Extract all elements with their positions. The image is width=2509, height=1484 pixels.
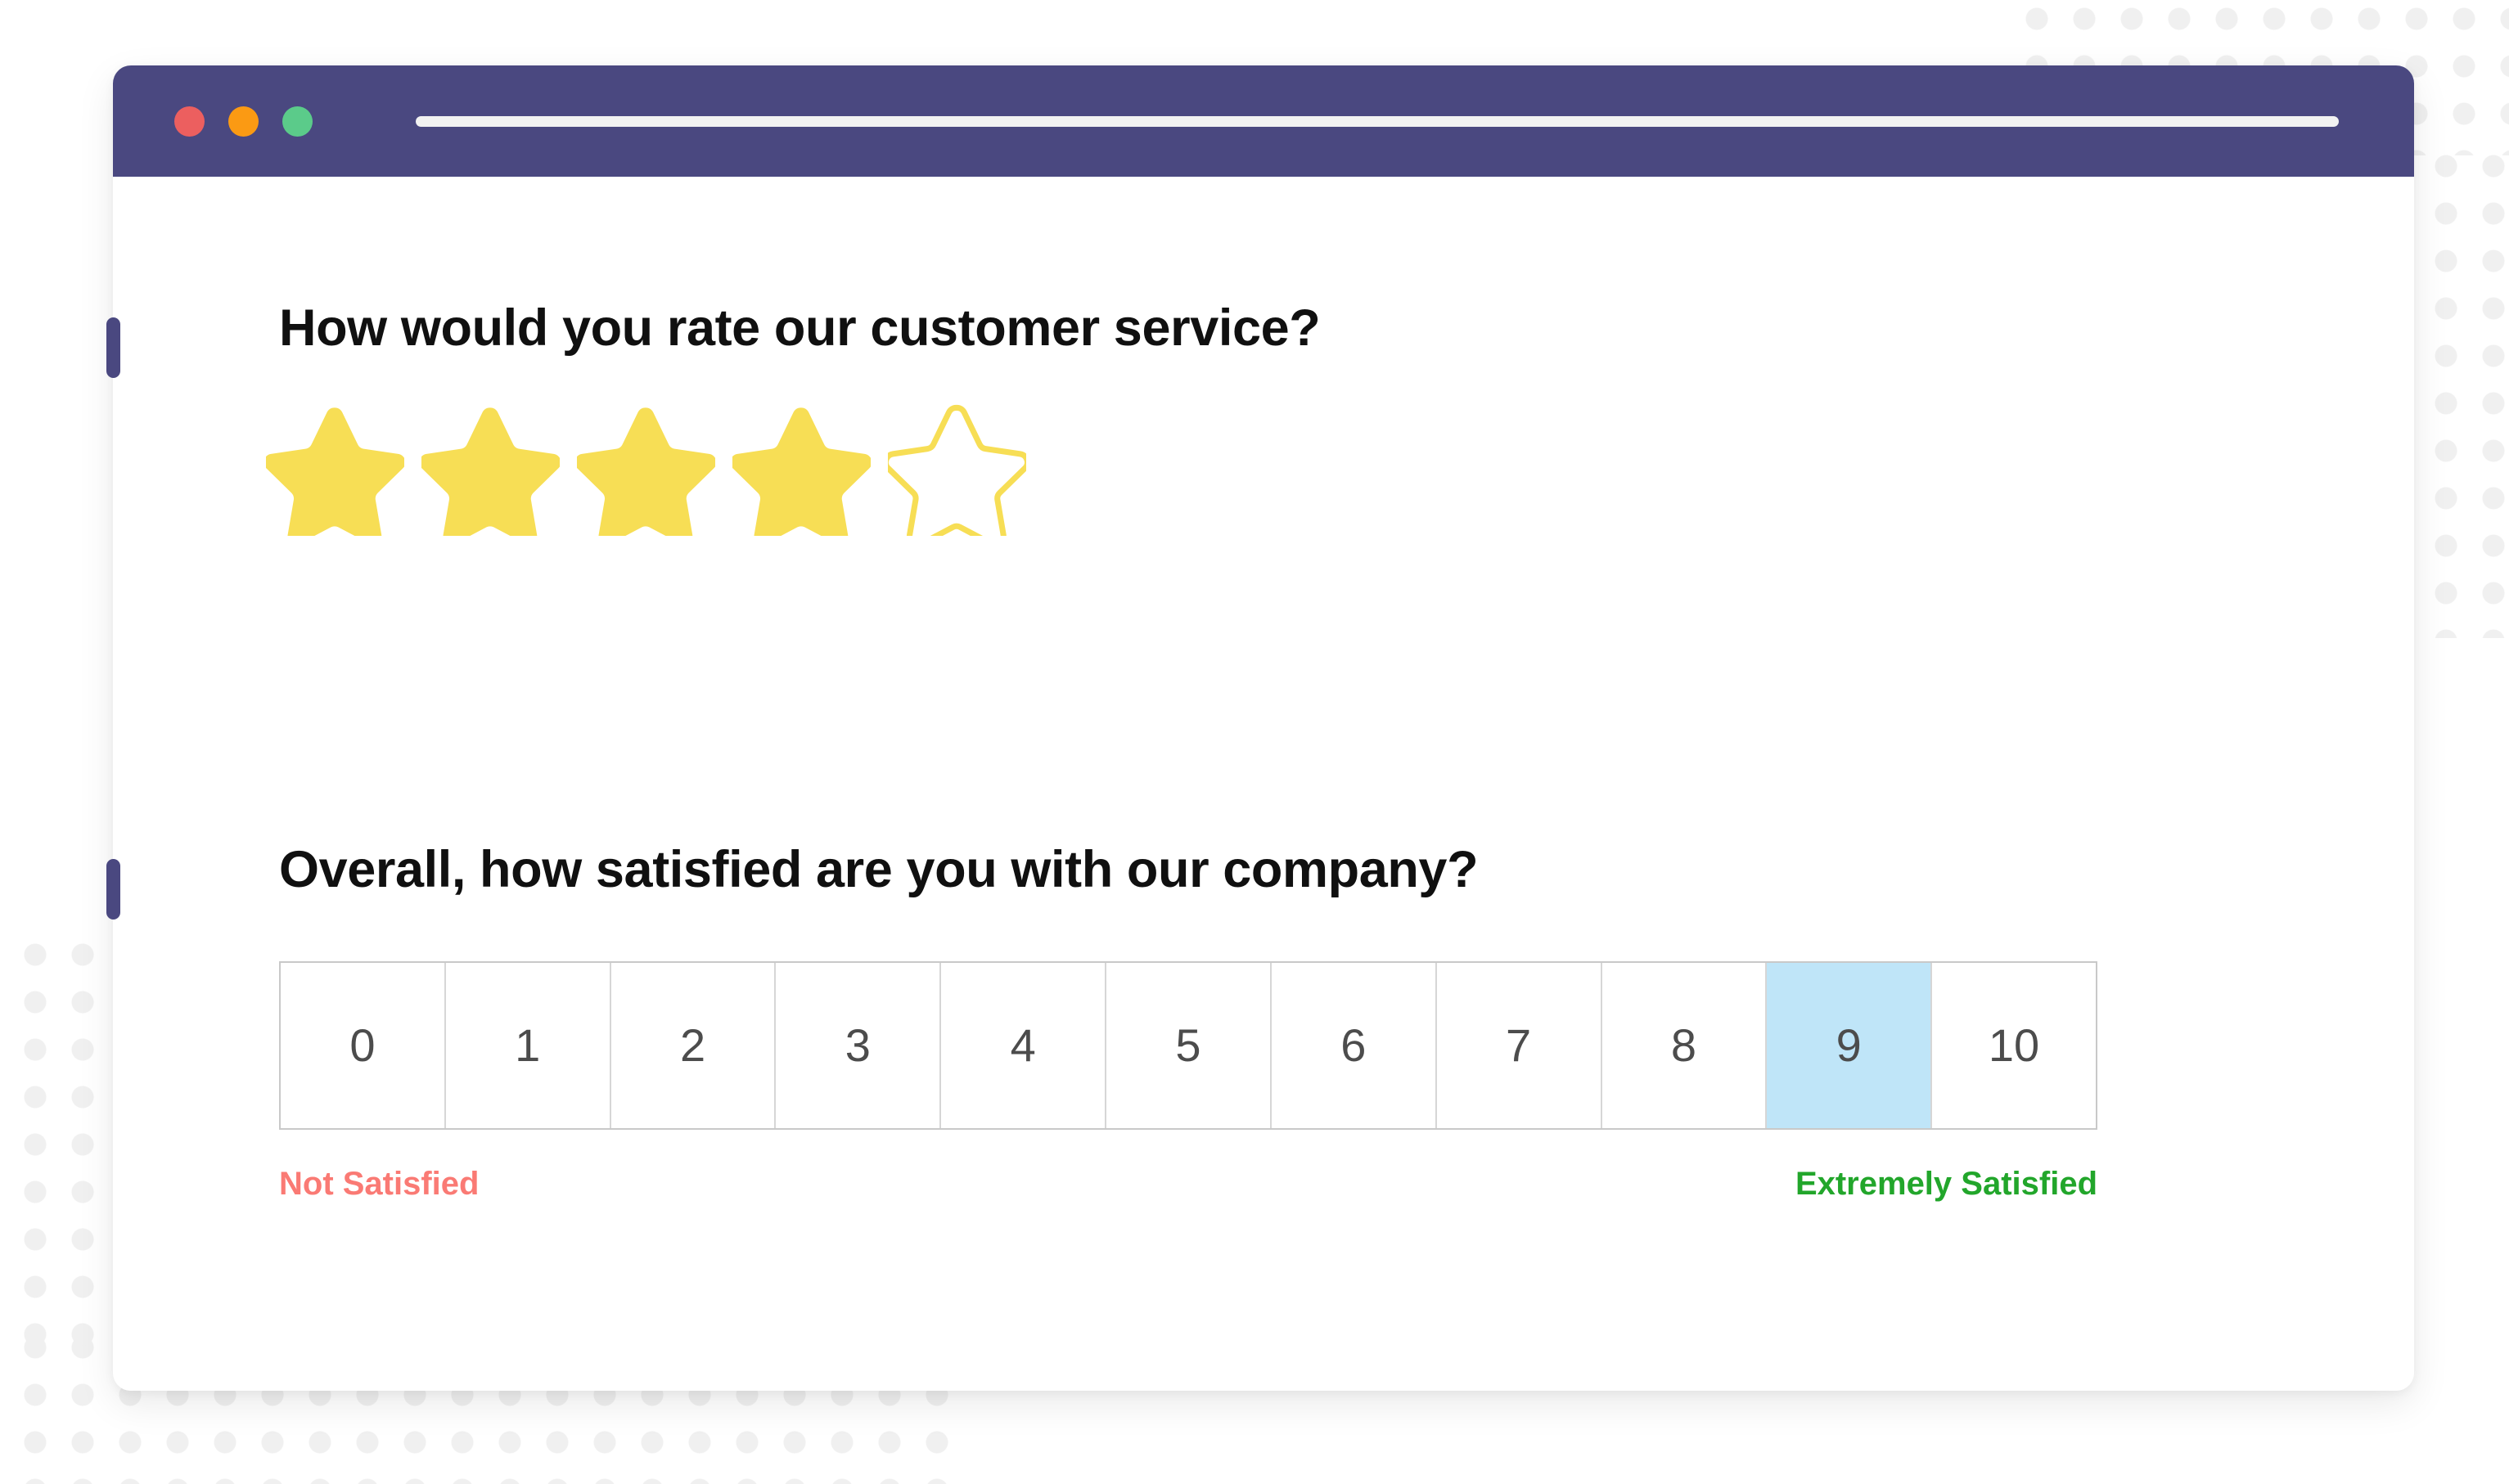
question-nps-scale: Overall, how satisfied are you with our … <box>279 841 2097 1203</box>
nps-option-1[interactable]: 1 <box>445 962 611 1128</box>
nps-option-9[interactable]: 9 <box>1767 962 1933 1128</box>
star-rating-control[interactable] <box>266 403 1320 536</box>
nps-label-low: Not Satisfied <box>279 1165 480 1202</box>
star-icon-empty-5[interactable] <box>888 403 1026 536</box>
star-icon-filled-2[interactable] <box>421 403 560 536</box>
survey-body: How would you rate our customer service? <box>106 177 2414 1391</box>
question-marker-1 <box>106 317 120 378</box>
nps-anchor-labels: Not Satisfied Extremely Satisfied <box>279 1166 2097 1203</box>
nps-option-7[interactable]: 7 <box>1436 962 1602 1128</box>
nps-option-8[interactable]: 8 <box>1601 962 1768 1128</box>
question-star-rating: How would you rate our customer service? <box>266 299 1321 536</box>
nps-option-6[interactable]: 6 <box>1271 962 1437 1128</box>
nps-scale-control[interactable]: 0 1 2 3 4 5 6 7 8 9 10 <box>279 960 2097 1130</box>
nps-option-0[interactable]: 0 <box>281 962 446 1128</box>
question-title-overall-satisfaction: Overall, how satisfied are you with our … <box>279 841 1479 898</box>
minimize-window-icon[interactable] <box>228 106 259 137</box>
question-title-customer-service: How would you rate our customer service? <box>279 299 1321 357</box>
question-marker-2 <box>106 859 120 920</box>
nps-option-4[interactable]: 4 <box>941 962 1107 1128</box>
close-window-icon[interactable] <box>174 106 205 137</box>
nps-option-3[interactable]: 3 <box>776 962 942 1128</box>
address-bar-input[interactable] <box>416 116 2339 127</box>
browser-titlebar <box>113 65 2414 177</box>
star-icon-filled-3[interactable] <box>577 403 715 536</box>
nps-option-2[interactable]: 2 <box>610 962 777 1128</box>
maximize-window-icon[interactable] <box>282 106 313 137</box>
star-icon-filled-1[interactable] <box>266 403 404 536</box>
decorative-dot-pattern-right <box>2411 131 2509 638</box>
traffic-light-group <box>174 106 313 137</box>
nps-option-10[interactable]: 10 <box>1932 962 2096 1128</box>
nps-option-5[interactable]: 5 <box>1106 962 1272 1128</box>
nps-label-high: Extremely Satisfied <box>1795 1165 2097 1202</box>
star-icon-filled-4[interactable] <box>732 403 871 536</box>
browser-window: How would you rate our customer service? <box>106 65 2414 1391</box>
